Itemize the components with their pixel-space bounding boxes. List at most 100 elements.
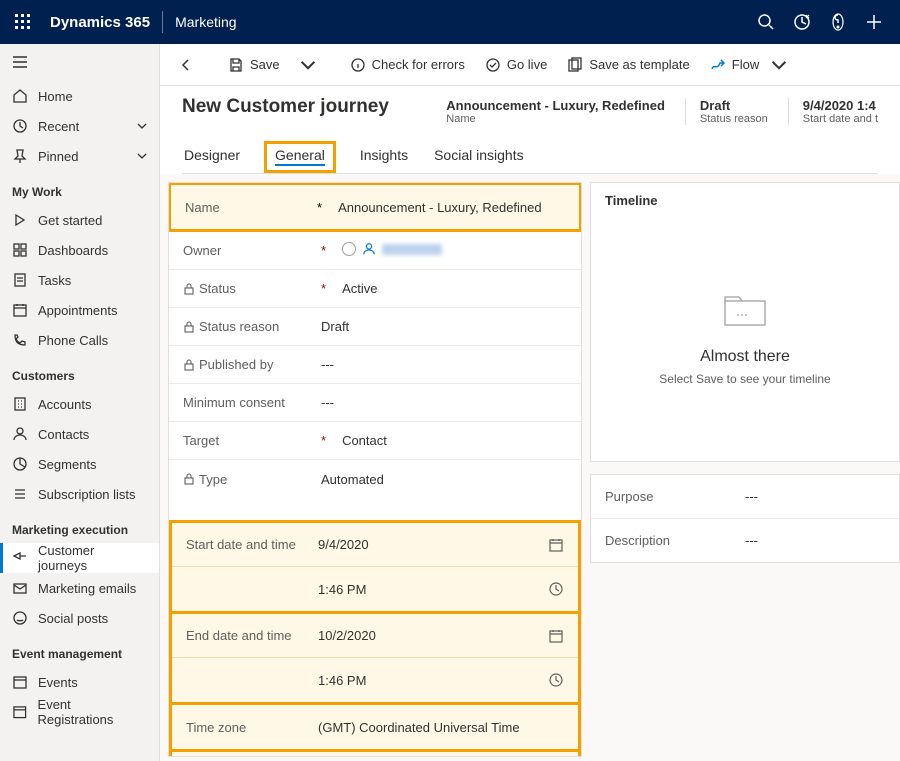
field-label: Purpose	[605, 489, 745, 504]
back-button[interactable]	[170, 53, 202, 77]
timeline-title: Timeline	[591, 183, 899, 218]
field-type[interactable]: Type Automated	[169, 460, 581, 498]
field-label: Start date and time	[186, 537, 318, 552]
field-status-reason[interactable]: Status reason Draft	[169, 308, 581, 346]
clock-icon[interactable]	[548, 581, 564, 597]
calendar-icon[interactable]	[548, 537, 564, 553]
timeline-card: Timeline Almost there Select Save to see…	[590, 182, 900, 462]
field-content-settings[interactable]: Content settings Default Content Setting…	[172, 752, 578, 757]
nav-tasks[interactable]: Tasks	[0, 265, 159, 295]
nav-label: Appointments	[38, 303, 118, 318]
nav-contacts[interactable]: Contacts	[0, 419, 159, 449]
nav-label: Dashboards	[38, 243, 108, 258]
nav-events[interactable]: Events	[0, 667, 159, 697]
empty-subtitle: Select Save to see your timeline	[659, 372, 830, 386]
page-header: New Customer journey Announcement - Luxu…	[160, 86, 900, 174]
segment-icon	[12, 456, 28, 472]
field-description[interactable]: Description---	[591, 519, 899, 562]
field-owner[interactable]: Owner*	[169, 232, 581, 270]
save-template-button[interactable]: Save as template	[559, 53, 697, 77]
field-start-time[interactable]: 1:46 PM	[172, 567, 578, 611]
nav-label: Subscription lists	[38, 487, 136, 502]
calendar-icon	[12, 674, 28, 690]
lock-icon	[183, 321, 195, 333]
tab-designer[interactable]: Designer	[182, 141, 242, 173]
go-live-button[interactable]: Go live	[477, 53, 555, 77]
chevron-down-icon	[771, 57, 787, 73]
save-icon	[228, 57, 244, 73]
field-timezone[interactable]: Time zone (GMT) Coordinated Universal Ti…	[172, 705, 578, 749]
cmd-label: Check for errors	[372, 57, 465, 72]
nav-segments[interactable]: Segments	[0, 449, 159, 479]
field-end-time[interactable]: 1:46 PM	[172, 658, 578, 702]
chevron-down-icon	[137, 119, 147, 134]
clock-icon[interactable]	[548, 672, 564, 688]
nav-home[interactable]: Home	[0, 81, 159, 111]
schedule-block: Start date and time 9/4/2020 1:46 PM	[169, 520, 581, 614]
tab-social-insights[interactable]: Social insights	[432, 141, 526, 173]
owner-persona[interactable]	[342, 242, 442, 256]
field-name[interactable]: Name * Announcement - Luxury, Redefined	[171, 185, 579, 229]
header-fields: Announcement - Luxury, RedefinedName Dra…	[446, 96, 878, 125]
calendar-icon[interactable]	[548, 628, 564, 644]
field-purpose[interactable]: Purpose---	[591, 475, 899, 519]
hf-value: 9/4/2020 1:4	[803, 98, 878, 113]
nav-phonecalls[interactable]: Phone Calls	[0, 325, 159, 355]
field-label: Published by	[199, 357, 273, 372]
nav-label: Event Registrations	[38, 697, 147, 727]
field-target[interactable]: Target* Contact	[169, 422, 581, 460]
field-value: ---	[745, 489, 758, 504]
lock-icon	[183, 473, 195, 485]
nav-subscriptions[interactable]: Subscription lists	[0, 479, 159, 509]
field-value: ---	[321, 395, 567, 410]
nav-marketing-emails[interactable]: Marketing emails	[0, 573, 159, 603]
module-label[interactable]: Marketing	[175, 14, 236, 30]
header-field-status[interactable]: DraftStatus reason	[685, 98, 768, 125]
nav-dashboards[interactable]: Dashboards	[0, 235, 159, 265]
global-topbar: Dynamics 365 Marketing	[0, 0, 900, 44]
nav-event-registrations[interactable]: Event Registrations	[0, 697, 159, 727]
save-dropdown[interactable]	[292, 53, 324, 77]
tab-general[interactable]: General	[264, 141, 336, 173]
hf-label: Status reason	[700, 113, 768, 125]
help-icon[interactable]	[820, 0, 856, 44]
task-icon	[12, 272, 28, 288]
lock-icon	[183, 283, 195, 295]
header-field-name[interactable]: Announcement - Luxury, RedefinedName	[446, 98, 665, 125]
cmd-label: Flow	[732, 57, 759, 72]
assistant-icon[interactable]	[784, 0, 820, 44]
field-label: End date and time	[186, 628, 318, 643]
header-field-start[interactable]: 9/4/2020 1:4Start date and t	[788, 98, 878, 125]
dashboard-icon	[12, 242, 28, 258]
nav-customer-journeys[interactable]: Customer journeys	[0, 543, 159, 573]
nav-pinned[interactable]: Pinned	[0, 141, 159, 171]
nav-social-posts[interactable]: Social posts	[0, 603, 159, 633]
save-button[interactable]: Save	[220, 53, 288, 77]
field-min-consent[interactable]: Minimum consent ---	[169, 384, 581, 422]
search-icon[interactable]	[748, 0, 784, 44]
nav-group-event: Event management	[0, 633, 159, 667]
cmd-label: Save	[250, 57, 280, 72]
nav-label: Marketing emails	[38, 581, 136, 596]
check-errors-button[interactable]: Check for errors	[342, 53, 473, 77]
emoji-icon	[12, 610, 28, 626]
app-launcher-icon[interactable]	[8, 7, 38, 37]
field-end-date[interactable]: End date and time 10/2/2020	[172, 614, 578, 658]
field-value: (GMT) Coordinated Universal Time	[318, 720, 564, 735]
nav-recent[interactable]: Recent	[0, 111, 159, 141]
field-label: Description	[605, 533, 745, 548]
field-start-date[interactable]: Start date and time 9/4/2020	[172, 523, 578, 567]
nav-getstarted[interactable]: Get started	[0, 205, 159, 235]
hf-label: Start date and t	[803, 113, 878, 125]
field-status[interactable]: Status* Active	[169, 270, 581, 308]
nav-accounts[interactable]: Accounts	[0, 389, 159, 419]
flow-button[interactable]: Flow	[702, 53, 795, 77]
field-published-by[interactable]: Published by ---	[169, 346, 581, 384]
tab-insights[interactable]: Insights	[358, 141, 410, 173]
schedule-end-block: End date and time 10/2/2020 1:46 PM	[169, 614, 581, 705]
play-icon	[12, 212, 28, 228]
nav-appointments[interactable]: Appointments	[0, 295, 159, 325]
form-tabs: Designer General Insights Social insight…	[182, 141, 878, 174]
add-icon[interactable]	[856, 0, 892, 44]
hamburger-icon[interactable]	[0, 44, 159, 81]
